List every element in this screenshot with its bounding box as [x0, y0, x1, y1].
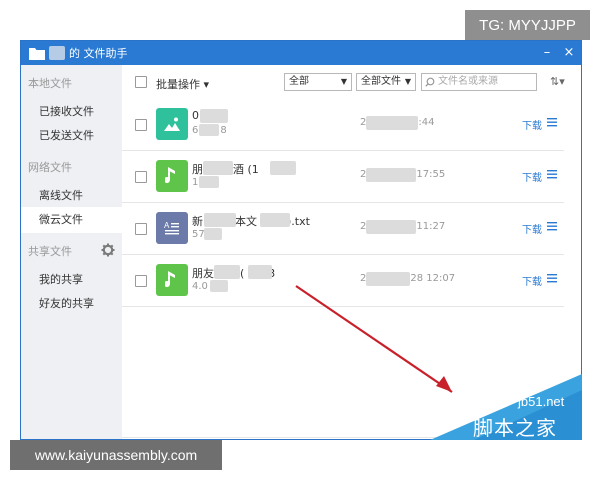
file-type-selected: 全部文件	[361, 76, 401, 87]
file-row[interactable]: 朋酒 (13 1 217:55 下载	[122, 151, 564, 203]
caret-down-icon: ▼	[340, 77, 347, 86]
download-link[interactable]: 下载	[522, 117, 542, 132]
file-row[interactable]: 朋友(3 4.0 228 12:07 下载	[122, 255, 564, 307]
menu-icon[interactable]	[546, 168, 558, 180]
row-checkbox[interactable]	[135, 171, 147, 183]
download-link[interactable]: 下载	[522, 169, 542, 184]
filter-dropdown[interactable]: 全部 ▼	[284, 73, 352, 91]
redacted-text	[366, 272, 410, 286]
redacted-text	[204, 213, 236, 227]
download-link[interactable]: 下载	[522, 221, 542, 236]
menu-icon[interactable]	[546, 272, 558, 284]
site-watermark: www.kaiyunassembly.com	[10, 440, 222, 470]
menu-icon[interactable]	[546, 220, 558, 232]
redacted-text	[203, 161, 233, 175]
image-icon	[156, 108, 188, 140]
file-row[interactable]: A 新本文).txt 57 2 11:27 下载	[122, 203, 564, 255]
svg-text:A: A	[164, 221, 170, 230]
toolbar: 批量操作 ▾ 全部 ▼ 全部文件 ▼ 文件名或来源 ⇅▾	[122, 65, 581, 99]
redacted-text	[210, 280, 228, 292]
watermark-url: jb51.net	[518, 394, 565, 409]
redacted-text	[366, 116, 418, 130]
music-icon	[156, 160, 188, 192]
tg-badge: TG: MYYJJPP	[465, 10, 590, 40]
title-bar: 的 文件助手 – ×	[21, 41, 581, 65]
download-link[interactable]: 下载	[522, 273, 542, 288]
close-button[interactable]: ×	[561, 45, 577, 61]
redacted-text	[260, 213, 290, 227]
sidebar-item-my-shares[interactable]: 我的共享	[21, 267, 122, 293]
sidebar-item-sent[interactable]: 已发送文件	[21, 123, 122, 149]
row-checkbox[interactable]	[135, 275, 147, 287]
redacted-text	[199, 124, 219, 136]
gear-icon[interactable]	[101, 243, 115, 257]
redacted-text	[200, 109, 228, 123]
file-type-dropdown[interactable]: 全部文件 ▼	[356, 73, 416, 91]
text-icon: A	[156, 212, 188, 244]
window-title: 的 文件助手	[69, 47, 128, 60]
sort-icon[interactable]: ⇅▾	[550, 75, 565, 88]
filter-selected: 全部	[289, 76, 309, 87]
file-name: 0	[192, 109, 199, 122]
caret-down-icon: ▼	[404, 77, 411, 86]
batch-operation-menu[interactable]: 批量操作 ▾	[156, 76, 209, 92]
redacted-text	[199, 176, 219, 188]
watermark-site-name: 脚本之家	[473, 416, 557, 440]
row-checkbox[interactable]	[135, 119, 147, 131]
sidebar-section-local: 本地文件	[28, 77, 72, 90]
batch-operation-label: 批量操作	[156, 78, 200, 91]
redacted-text	[204, 228, 222, 240]
row-checkbox[interactable]	[135, 223, 147, 235]
menu-icon[interactable]	[546, 116, 558, 128]
select-all-checkbox[interactable]	[135, 76, 147, 88]
redacted-text	[366, 168, 416, 182]
file-size: 57	[192, 229, 205, 240]
redacted-name	[49, 46, 65, 60]
redacted-text	[270, 161, 296, 175]
music-icon	[156, 264, 188, 296]
file-size: 4.0	[192, 281, 208, 292]
sidebar-section-network: 网络文件	[28, 161, 72, 174]
sidebar-item-friend-shares[interactable]: 好友的共享	[21, 291, 122, 317]
file-row[interactable]: 0 68 2:44 下载	[122, 99, 564, 151]
redacted-text	[214, 265, 240, 279]
search-input[interactable]: 文件名或来源	[421, 73, 537, 91]
search-icon	[425, 77, 435, 87]
file-size: 1	[192, 177, 199, 188]
sidebar-item-received[interactable]: 已接收文件	[21, 99, 122, 125]
minimize-button[interactable]: –	[539, 45, 555, 61]
redacted-text	[366, 220, 416, 234]
folder-icon	[29, 45, 45, 61]
sidebar-item-offline[interactable]: 离线文件	[21, 183, 122, 209]
redacted-text	[248, 265, 272, 279]
sidebar-item-weiyun[interactable]: 微云文件	[21, 207, 122, 233]
sidebar-section-shared: 共享文件	[28, 245, 72, 258]
search-placeholder: 文件名或来源	[438, 76, 498, 87]
sidebar: 本地文件 已接收文件 已发送文件 网络文件 离线文件 微云文件 共享文件 我的共…	[21, 65, 122, 439]
